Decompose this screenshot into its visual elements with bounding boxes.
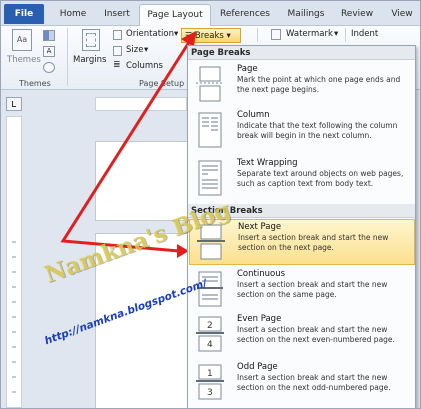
columns-icon: ≣ xyxy=(113,60,121,70)
tab-mailings[interactable]: Mailings xyxy=(281,5,331,25)
size-button[interactable]: Size ▾ xyxy=(113,45,153,58)
chevron-down-icon: ▾ xyxy=(144,45,149,55)
menu-item-desc: Insert a section break and start the new… xyxy=(237,325,395,344)
horizontal-ruler xyxy=(95,97,187,111)
menu-item-odd-page[interactable]: 1 3 Odd Page Insert a section break and … xyxy=(189,360,415,406)
tab-selector-button[interactable] xyxy=(6,97,22,111)
page-break-icon xyxy=(196,66,224,102)
breaks-button[interactable]: ☰ Breaks ▾ xyxy=(181,28,241,43)
themes-button[interactable]: Aa Themes xyxy=(7,29,41,73)
chevron-down-icon: ▾ xyxy=(226,31,231,41)
tab-home[interactable]: Home xyxy=(53,5,93,25)
orientation-label: Orientation xyxy=(126,29,174,39)
ruler-ticks xyxy=(12,241,16,393)
menu-item-title: Column xyxy=(237,110,270,120)
menu-item-desc: Mark the point at which one page ends an… xyxy=(237,75,401,94)
document-page xyxy=(95,141,195,221)
theme-fonts-icon[interactable]: A xyxy=(43,46,55,57)
tab-references[interactable]: References xyxy=(215,5,275,25)
breaks-dropdown-menu: Page Breaks Page Mark the point at which… xyxy=(187,45,416,408)
menu-item-desc: Insert a section break and start the new… xyxy=(237,373,391,392)
menu-item-desc: Insert a section break and start the new… xyxy=(238,233,389,252)
group-divider xyxy=(257,28,258,42)
tab-insert[interactable]: Insert xyxy=(97,5,137,25)
theme-effects-icon[interactable] xyxy=(43,62,55,73)
svg-text:1: 1 xyxy=(207,369,213,379)
columns-button[interactable]: ≣ Columns xyxy=(113,60,173,74)
watermark-label: Watermark xyxy=(286,29,333,39)
tab-page-layout[interactable]: Page Layout xyxy=(139,4,211,26)
menu-item-desc: Insert a section break and start the new… xyxy=(237,280,388,299)
chevron-down-icon: ▾ xyxy=(334,29,339,39)
menu-item-even-page[interactable]: 2 4 Even Page Insert a section break and… xyxy=(189,312,415,358)
menu-item-title: Odd Page xyxy=(237,362,278,372)
orientation-icon xyxy=(113,30,122,40)
even-page-break-icon: 2 4 xyxy=(196,316,224,352)
orientation-button[interactable]: Orientation ▾ xyxy=(113,29,181,42)
breaks-label: Breaks xyxy=(194,31,224,41)
group-divider xyxy=(345,28,346,42)
menu-item-title: Continuous xyxy=(237,269,286,279)
page-setup-group-label: Page Setup xyxy=(139,79,185,88)
menu-item-continuous[interactable]: Continuous Insert a section break and st… xyxy=(189,267,415,311)
tab-file[interactable]: File xyxy=(4,4,44,24)
svg-text:3: 3 xyxy=(207,388,213,398)
chevron-down-icon: ▾ xyxy=(174,29,179,39)
menu-item-page-break[interactable]: Page Mark the point at which one page en… xyxy=(189,62,415,106)
tab-review[interactable]: Review xyxy=(337,5,377,25)
margins-button[interactable]: Margins xyxy=(73,29,109,73)
menu-item-title: Text Wrapping xyxy=(237,158,298,168)
size-label: Size xyxy=(126,45,144,55)
odd-page-break-icon: 1 3 xyxy=(196,364,224,400)
word-window: File Home Insert Page Layout References … xyxy=(0,0,421,409)
vertical-ruler xyxy=(6,116,22,408)
group-divider xyxy=(67,28,68,86)
menu-item-title: Even Page xyxy=(237,314,282,324)
menu-item-desc: Indicate that the text following the col… xyxy=(237,121,398,140)
menu-item-desc: Separate text around objects on web page… xyxy=(237,169,404,188)
watermark-button[interactable]: Watermark ▾ xyxy=(271,29,343,42)
columns-label: Columns xyxy=(126,61,163,71)
margins-icon xyxy=(82,29,100,51)
breaks-icon: ☰ xyxy=(185,31,193,40)
menu-item-column-break[interactable]: Column Indicate that the text following … xyxy=(189,108,415,154)
svg-text:2: 2 xyxy=(207,321,213,331)
page-breaks-header: Page Breaks xyxy=(188,46,415,60)
tab-view[interactable]: View xyxy=(387,5,417,25)
watermark-icon xyxy=(271,29,281,40)
svg-text:4: 4 xyxy=(207,340,213,350)
size-icon xyxy=(113,46,122,56)
menu-item-title: Next Page xyxy=(238,222,282,232)
themes-label: Themes xyxy=(7,55,41,65)
column-break-icon xyxy=(198,112,222,148)
indent-label: Indent xyxy=(351,29,379,39)
themes-icon: Aa xyxy=(12,29,32,51)
menu-item-next-page[interactable]: Next Page Insert a section break and sta… xyxy=(189,219,415,265)
menu-item-title: Page xyxy=(237,64,258,74)
menu-item-text-wrapping-break[interactable]: Text Wrapping Separate text around objec… xyxy=(189,156,415,202)
ribbon-tab-bar: File Home Insert Page Layout References … xyxy=(1,1,420,26)
margins-label: Margins xyxy=(73,55,107,65)
theme-colors-icon[interactable] xyxy=(43,30,55,41)
themes-group-label: Themes xyxy=(19,79,51,88)
text-wrapping-icon xyxy=(198,160,222,196)
